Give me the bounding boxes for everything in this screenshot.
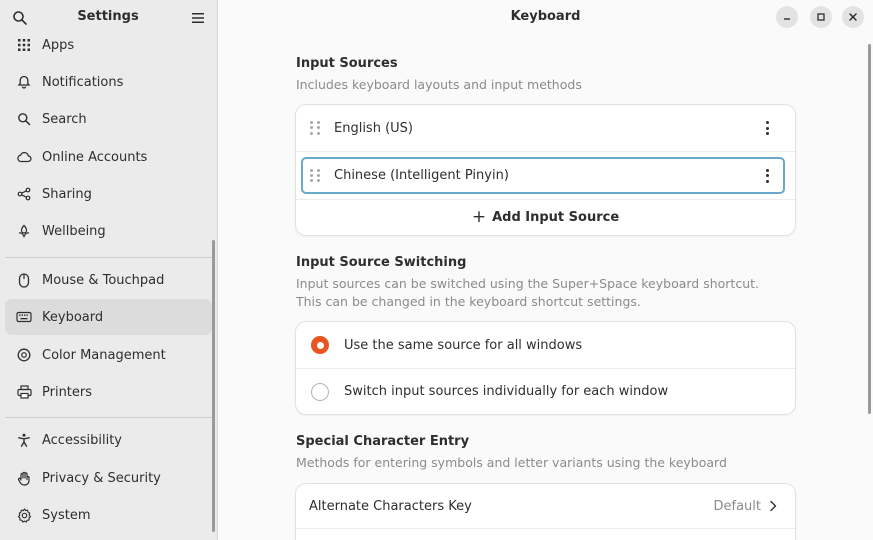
- input-source-row[interactable]: Chinese (Intelligent Pinyin): [296, 152, 795, 199]
- sidebar-item-label: Printers: [42, 384, 93, 400]
- sidebar-item-accessibility[interactable]: Accessibility: [5, 422, 212, 458]
- maximize-button[interactable]: [810, 6, 832, 28]
- sidebar-item-search[interactable]: Search: [5, 101, 212, 137]
- close-button[interactable]: [842, 6, 864, 28]
- section-title-special-characters: Special Character Entry: [296, 434, 470, 449]
- main-panel: Keyboard Input Sources Includes keyboard…: [218, 0, 873, 540]
- more-options-icon[interactable]: [765, 168, 769, 183]
- sidebar-separator: [5, 257, 212, 258]
- sidebar-item-sharing[interactable]: Sharing: [5, 176, 212, 212]
- sidebar-item-label: Wellbeing: [42, 223, 106, 239]
- input-sources-card: English (US) Chinese (Intelligent Pinyin…: [296, 105, 795, 235]
- keyboard-icon: [16, 309, 32, 325]
- sidebar-item-label: Accessibility: [42, 432, 122, 448]
- sidebar-item-label: Online Accounts: [42, 149, 148, 165]
- radio-selected-icon[interactable]: [311, 336, 329, 354]
- sidebar-item-color-management[interactable]: Color Management: [5, 337, 212, 373]
- sidebar-item-label: Privacy & Security: [42, 470, 161, 486]
- drag-handle-icon[interactable]: [310, 121, 320, 135]
- main-scrollbar[interactable]: [868, 44, 871, 414]
- printer-icon: [16, 384, 32, 400]
- cloud-icon: [16, 149, 32, 165]
- radio-option-same-source[interactable]: Use the same source for all windows: [296, 322, 795, 368]
- add-input-source-label: Add Input Source: [492, 210, 620, 225]
- minimize-icon: [784, 18, 790, 20]
- drag-handle-icon[interactable]: [310, 168, 320, 183]
- sidebar-item-notifications[interactable]: Notifications: [5, 64, 212, 100]
- section-title-input-sources: Input Sources: [296, 56, 398, 71]
- sidebar-item-label: Color Management: [42, 347, 166, 363]
- color-icon: [16, 347, 32, 363]
- sidebar: Settings Apps Notifications Search Onlin…: [0, 0, 218, 540]
- section-description: Includes keyboard layouts and input meth…: [296, 77, 582, 92]
- search-icon: [16, 111, 32, 127]
- sidebar-item-system[interactable]: System: [5, 497, 212, 533]
- wellbeing-icon: [16, 223, 32, 239]
- plus-icon: +: [471, 207, 487, 227]
- section-title-switching: Input Source Switching: [296, 255, 467, 270]
- minimize-button[interactable]: [776, 6, 798, 28]
- radio-label: Use the same source for all windows: [344, 337, 583, 353]
- section-description: This can be changed in the keyboard shor…: [296, 294, 641, 309]
- apps-grid-icon: [16, 37, 32, 53]
- sidebar-item-privacy-security[interactable]: Privacy & Security: [5, 460, 212, 496]
- row-value: Default: [713, 498, 762, 514]
- sidebar-item-online-accounts[interactable]: Online Accounts: [5, 139, 212, 175]
- hamburger-menu-icon[interactable]: [190, 10, 206, 26]
- sidebar-separator: [5, 417, 212, 418]
- sidebar-item-wellbeing[interactable]: Wellbeing: [5, 213, 212, 249]
- sidebar-item-mouse-touchpad[interactable]: Mouse & Touchpad: [5, 262, 212, 298]
- input-source-label: English (US): [334, 120, 413, 136]
- sidebar-item-label: System: [42, 507, 91, 523]
- section-description: Input sources can be switched using the …: [296, 276, 759, 291]
- radio-label: Switch input sources individually for ea…: [344, 384, 669, 399]
- hand-icon: [16, 470, 32, 486]
- input-source-label: Chinese (Intelligent Pinyin): [334, 168, 509, 183]
- close-icon: [849, 13, 857, 21]
- share-icon: [16, 186, 32, 202]
- add-input-source-button[interactable]: + Add Input Source: [296, 200, 795, 235]
- sidebar-item-label: Keyboard: [42, 309, 104, 325]
- section-description: Methods for entering symbols and letter …: [296, 455, 727, 470]
- special-characters-card: Alternate Characters Key Default: [296, 484, 795, 540]
- gear-icon: [16, 507, 32, 523]
- sidebar-item-keyboard[interactable]: Keyboard: [5, 299, 212, 335]
- sidebar-item-label: Notifications: [42, 74, 124, 90]
- sidebar-item-label: Mouse & Touchpad: [42, 272, 165, 288]
- chevron-right-icon: [770, 500, 777, 512]
- accessibility-icon: [16, 432, 32, 448]
- row-separator: [296, 528, 795, 529]
- radio-option-per-window[interactable]: Switch input sources individually for ea…: [296, 369, 795, 414]
- sidebar-item-printers[interactable]: Printers: [5, 374, 212, 410]
- sidebar-item-label: Sharing: [42, 186, 92, 202]
- alternate-characters-key-row[interactable]: Alternate Characters Key Default: [296, 484, 795, 528]
- more-options-icon[interactable]: [765, 121, 769, 135]
- sidebar-title: Settings: [77, 9, 139, 24]
- sidebar-item-label: Apps: [42, 37, 75, 53]
- sidebar-scrollbar[interactable]: [212, 240, 215, 532]
- maximize-icon: [817, 13, 825, 21]
- page-title: Keyboard: [510, 9, 581, 24]
- bell-icon: [16, 74, 32, 90]
- switching-card: Use the same source for all windows Swit…: [296, 322, 795, 414]
- sidebar-item-apps[interactable]: Apps: [5, 27, 212, 63]
- sidebar-item-label: Search: [42, 111, 87, 127]
- row-label: Alternate Characters Key: [309, 498, 472, 514]
- mouse-icon: [16, 272, 32, 288]
- radio-unselected-icon[interactable]: [311, 382, 329, 401]
- input-source-row[interactable]: English (US): [296, 105, 795, 151]
